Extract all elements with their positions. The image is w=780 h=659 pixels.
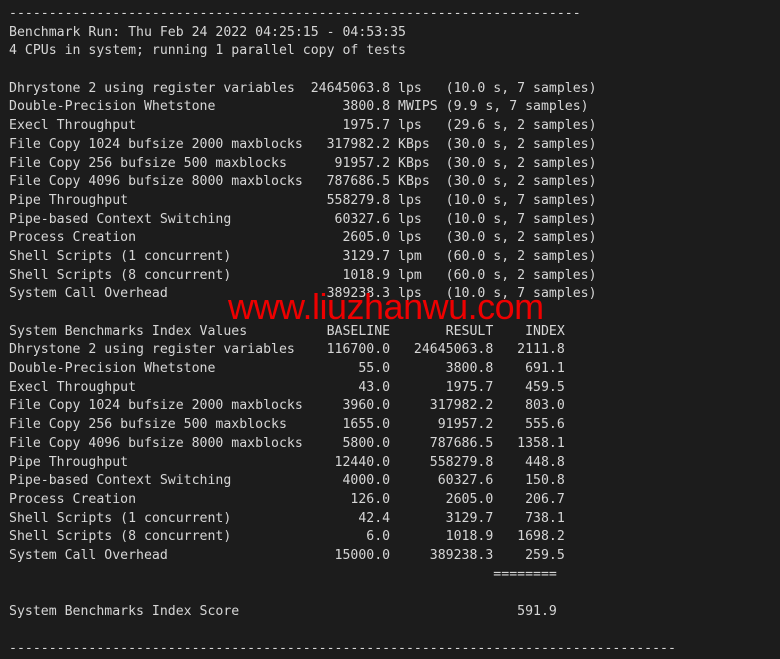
bottom-rule: ----------------------------------------… (9, 641, 676, 657)
index-table-row: Process Creation 126.0 2605.0 206.7 (9, 491, 565, 507)
index-table-row: Shell Scripts (1 concurrent) 42.4 3129.7… (9, 510, 565, 526)
index-table-row: Double-Precision Whetstone 55.0 3800.8 6… (9, 361, 565, 377)
index-table-header: System Benchmarks Index Values BASELINE … (9, 323, 565, 339)
result-line: File Copy 4096 bufsize 8000 maxblocks 78… (9, 174, 597, 190)
result-line: Double-Precision Whetstone 3800.8 MWIPS … (9, 99, 589, 115)
result-line: Pipe-based Context Switching 60327.6 lps… (9, 211, 597, 227)
benchmark-run-line: Benchmark Run: Thu Feb 24 2022 04:25:15 … (9, 24, 406, 40)
index-table-row: Pipe-based Context Switching 4000.0 6032… (9, 473, 565, 489)
index-table-row: Shell Scripts (8 concurrent) 6.0 1018.9 … (9, 529, 565, 545)
index-table-row: Execl Throughput 43.0 1975.7 459.5 (9, 379, 565, 395)
index-table-row: Dhrystone 2 using register variables 116… (9, 342, 565, 358)
terminal-output: ----------------------------------------… (0, 0, 780, 656)
index-table-row: System Call Overhead 15000.0 389238.3 25… (9, 547, 565, 563)
result-line: File Copy 256 bufsize 500 maxblocks 9195… (9, 155, 597, 171)
result-line: Pipe Throughput 558279.8 lps (10.0 s, 7 … (9, 192, 597, 208)
top-rule: ----------------------------------------… (9, 6, 581, 21)
result-line: Shell Scripts (1 concurrent) 3129.7 lpm … (9, 248, 597, 264)
result-line: Execl Throughput 1975.7 lps (29.6 s, 2 s… (9, 118, 597, 134)
result-line: Dhrystone 2 using register variables 246… (9, 80, 597, 96)
index-score-line: System Benchmarks Index Score 591.9 (9, 604, 557, 619)
index-table-row: File Copy 4096 bufsize 8000 maxblocks 58… (9, 435, 565, 451)
index-table-row: Pipe Throughput 12440.0 558279.8 448.8 (9, 454, 565, 470)
result-line: Shell Scripts (8 concurrent) 1018.9 lpm … (9, 267, 597, 283)
result-line: System Call Overhead 389238.3 lps (10.0 … (9, 286, 597, 302)
index-separator: ======== (9, 566, 557, 582)
index-table-row: File Copy 1024 bufsize 2000 maxblocks 39… (9, 398, 565, 414)
result-line: Process Creation 2605.0 lps (30.0 s, 2 s… (9, 230, 597, 246)
result-line: File Copy 1024 bufsize 2000 maxblocks 31… (9, 136, 597, 152)
cpu-count-line: 4 CPUs in system; running 1 parallel cop… (9, 43, 406, 59)
index-table-row: File Copy 256 bufsize 500 maxblocks 1655… (9, 417, 565, 433)
